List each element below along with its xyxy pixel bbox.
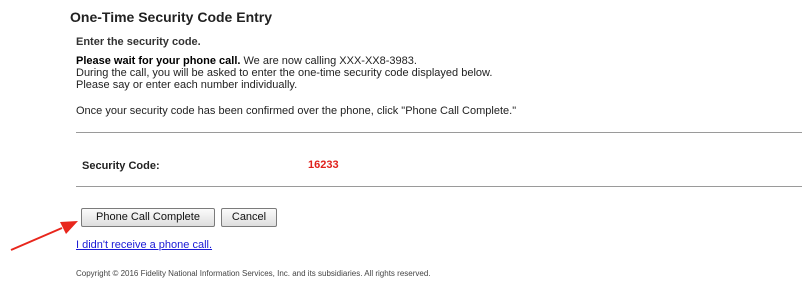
divider-top [76, 132, 802, 133]
arrow-shaft [10, 227, 63, 251]
wait-notice: Please wait for your phone call. [76, 55, 241, 67]
no-phone-call-link[interactable]: I didn't receive a phone call. [76, 239, 212, 251]
security-code-value: 16233 [308, 159, 339, 171]
confirm-note: Once your security code has been confirm… [76, 105, 517, 117]
call-instruction-line: During the call, you will be asked to en… [76, 67, 493, 79]
phone-call-complete-button[interactable]: Phone Call Complete [81, 208, 215, 227]
cancel-button[interactable]: Cancel [221, 208, 277, 227]
calling-line: Please wait for your phone call. We are … [76, 55, 492, 67]
page-title: One-Time Security Code Entry [70, 9, 273, 25]
copyright: Copyright © 2016 Fidelity National Infor… [76, 269, 431, 278]
arrow-head [60, 221, 78, 234]
security-code-label: Security Code: [82, 160, 160, 172]
subtitle: Enter the security code. [76, 36, 201, 48]
entry-instruction-line: Please say or enter each number individu… [76, 79, 298, 91]
calling-number-text: We are now calling XXX-XX8-3983. [240, 55, 417, 67]
divider-bottom [76, 186, 802, 187]
instructions: Please wait for your phone call. We are … [76, 55, 492, 91]
